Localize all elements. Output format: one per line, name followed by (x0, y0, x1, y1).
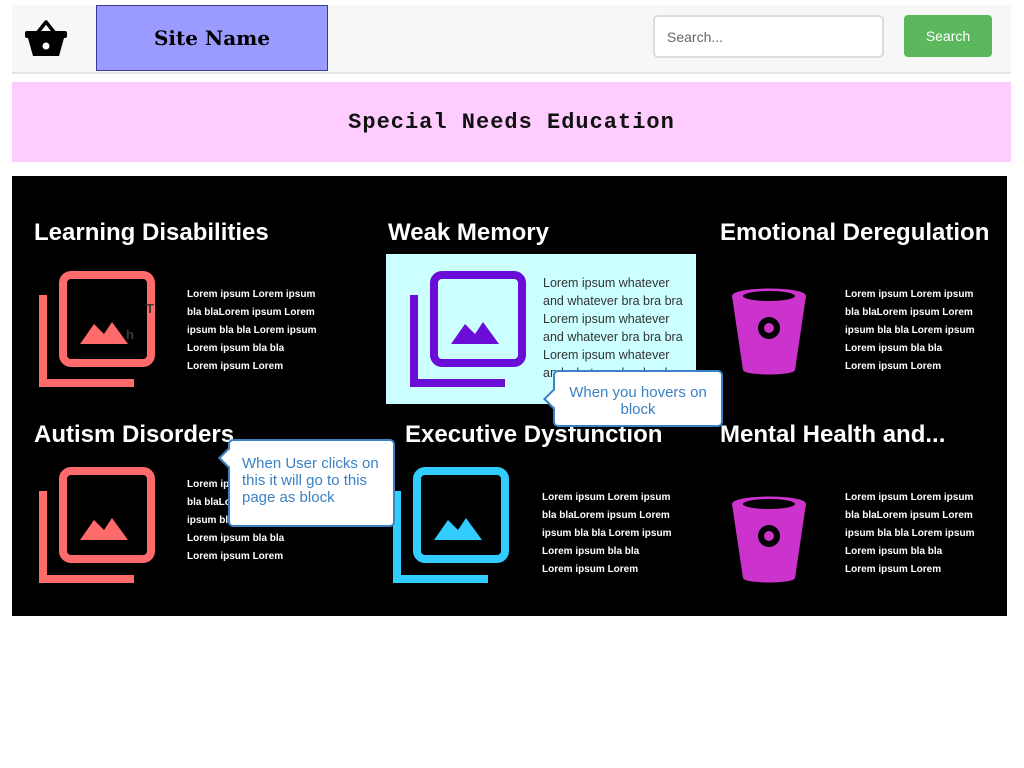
card-text-mental-health: Lorem ipsum Lorem ipsum bla blaLorem ips… (845, 492, 975, 575)
bitbucket-icon[interactable] (730, 284, 808, 376)
card-text-weak-memory: Lorem ipsum whatever and whatever bra br… (543, 276, 683, 378)
click-tooltip: When User clicks on this it will go to t… (228, 439, 395, 527)
image-gallery-icon[interactable] (409, 270, 527, 388)
overlapping-fragment-t: T (146, 301, 154, 316)
search-input[interactable] (653, 15, 884, 58)
image-gallery-icon[interactable] (392, 466, 510, 584)
card-text-emotional-deregulation: Lorem ipsum Lorem ipsum bla blaLorem ips… (845, 289, 975, 372)
card-title-autism-disorders[interactable]: Autism Disorders (34, 421, 234, 449)
card-title-mental-health[interactable]: Mental Health and... (720, 421, 945, 449)
card-title-learning-disabilities[interactable]: Learning Disabilities (34, 219, 269, 247)
page-title: Special Needs Education (348, 109, 675, 135)
card-text-executive-dysfunction: Lorem ipsum Lorem ipsum bla blaLorem ips… (542, 492, 672, 575)
card-title-emotional-deregulation[interactable]: Emotional Deregulation (720, 219, 989, 247)
click-tooltip-text: When User clicks on this it will go to t… (242, 455, 379, 506)
card-title-weak-memory[interactable]: Weak Memory (388, 219, 549, 247)
page-banner: Special Needs Education (12, 82, 1011, 162)
hover-tooltip: When you hovers on block (553, 370, 723, 427)
bitbucket-icon[interactable] (730, 492, 808, 584)
site-name-logo[interactable]: Site Name (96, 5, 328, 71)
image-gallery-icon[interactable] (38, 270, 156, 388)
overlapping-fragment-h: h (126, 327, 134, 342)
site-name-label: Site Name (153, 26, 271, 50)
hover-tooltip-text: When you hovers on block (569, 384, 707, 418)
card-text-learning-disabilities: Lorem ipsum Lorem ipsum bla blaLorem ips… (187, 289, 317, 372)
image-gallery-icon[interactable] (38, 466, 156, 584)
shopping-basket-icon[interactable] (24, 18, 68, 58)
search-button[interactable]: Search (904, 15, 992, 57)
